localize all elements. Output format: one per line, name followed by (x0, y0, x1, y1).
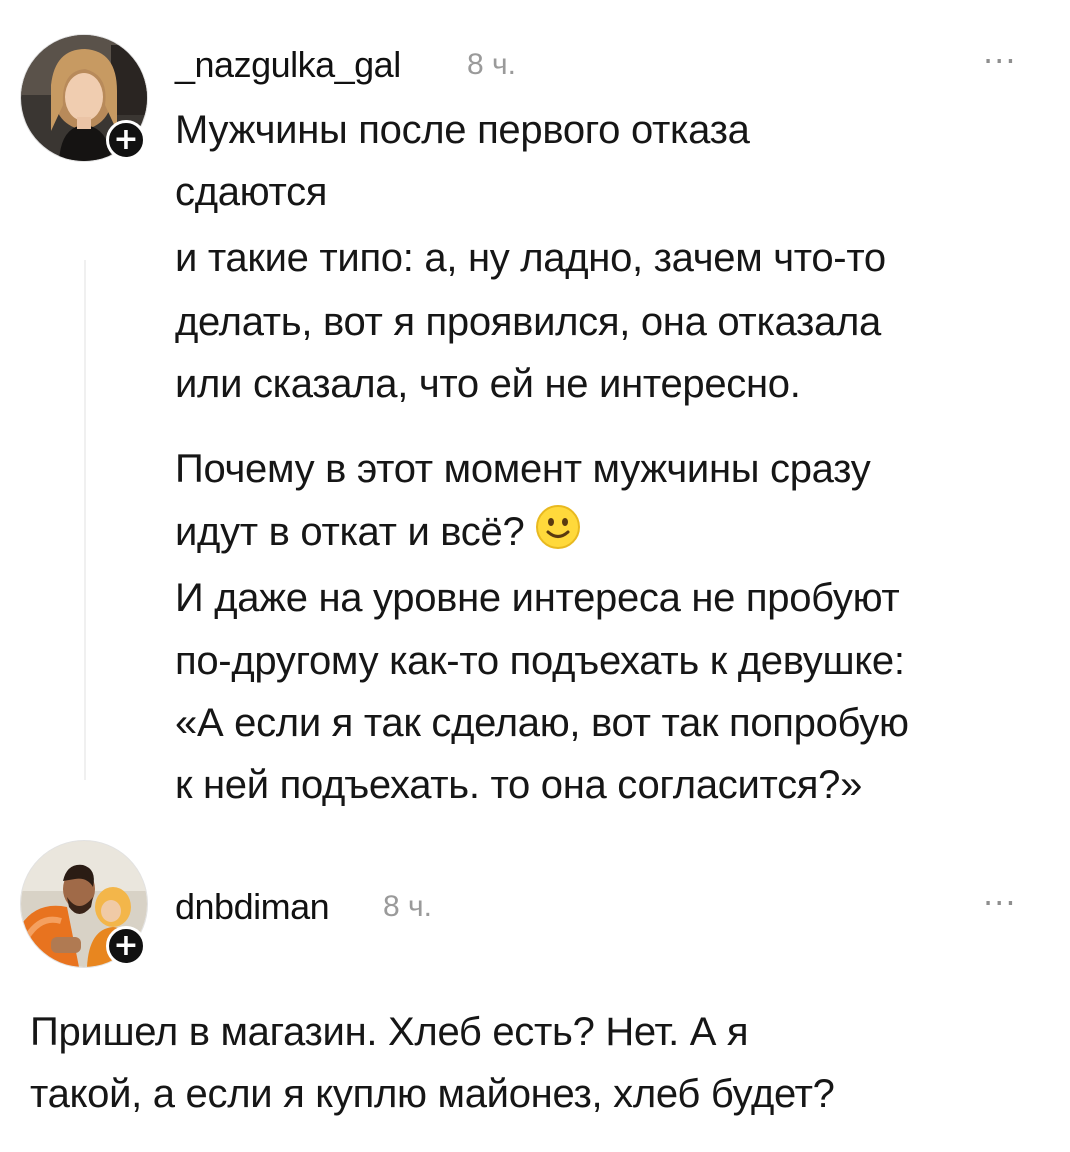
slightly-smiling-face-emoji-icon (534, 503, 582, 570)
comment-1: + _nazgulka_gal 8 ч. ··· Мужчины после п… (0, 0, 1070, 820)
comment-text-line: и такие типо: а, ну ладно, зачем что-то (175, 236, 886, 280)
username[interactable]: _nazgulka_gal (175, 44, 401, 86)
more-options-icon[interactable]: ··· (983, 42, 1017, 80)
comment-2: + dnbdiman 8 ч. ··· Пришел в магазин. Хл… (0, 820, 1070, 1152)
comment-text-line: делать, вот я проявился, она отказала (175, 300, 881, 344)
comment-text-line: или сказала, что ей не интересно. (175, 362, 801, 406)
username[interactable]: dnbdiman (175, 886, 330, 928)
comment-text-line: Мужчины после первого отказа (175, 108, 750, 152)
thread-line (84, 260, 86, 780)
comment-text-line: И даже на уровне интереса не пробуют (175, 576, 900, 620)
timestamp: 8 ч. (383, 890, 432, 923)
comment-text-line: сдаются (175, 170, 328, 214)
comment-text-line: «А если я так сделаю, вот так попробую (175, 701, 909, 745)
comment-text-line: идут в откат и всё? (175, 500, 582, 570)
comment-text-line: к ней подъехать. то она согласится?» (175, 763, 863, 807)
comment-text-line: Пришел в магазин. Хлеб есть? Нет. А я (30, 1010, 749, 1054)
timestamp: 8 ч. (467, 48, 516, 81)
comment-text-line: такой, а если я куплю майонез, хлеб буде… (30, 1072, 835, 1116)
follow-button[interactable]: + (106, 926, 146, 966)
more-options-icon[interactable]: ··· (983, 884, 1017, 922)
comment-text: идут в откат и всё? (175, 510, 525, 554)
comment-text-line: по-другому как-то подъехать к девушке: (175, 639, 905, 683)
comment-text-line: Почему в этот момент мужчины сразу (175, 447, 871, 491)
follow-button[interactable]: + (106, 120, 146, 160)
